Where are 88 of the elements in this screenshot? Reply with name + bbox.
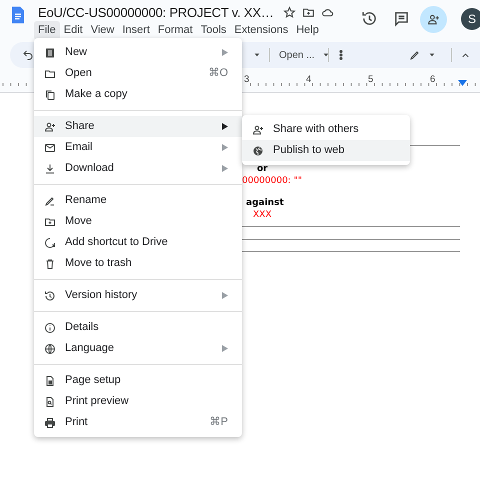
menu-item-label: Publish to web: [273, 143, 346, 158]
menu-bar-item[interactable]: Format: [154, 21, 197, 40]
menu-bar-item[interactable]: File: [34, 21, 60, 40]
menu-item[interactable]: Add shortcut to Drive: [34, 232, 242, 253]
document-text: XXX: [253, 209, 272, 222]
caret-icon[interactable]: [428, 51, 436, 59]
menu-bar-item[interactable]: Extensions: [230, 21, 292, 40]
envelope-icon: [44, 142, 56, 154]
ruler-number: 5: [368, 73, 374, 87]
menu-item[interactable]: Print ⌘P: [34, 412, 242, 433]
menu-item[interactable]: Share: [34, 116, 242, 137]
document-title[interactable]: EoU/CC-US00000000: PROJECT v. XX…: [38, 5, 274, 20]
menu-item[interactable]: Move: [34, 211, 242, 232]
folder-icon: [44, 216, 56, 228]
menu-bar-item[interactable]: Edit: [60, 21, 87, 40]
ruler-number: 3: [244, 73, 250, 87]
folder-icon[interactable]: [302, 6, 315, 19]
menu-item[interactable]: Language: [34, 338, 242, 359]
drive-shortcut-icon: [44, 236, 56, 248]
menu-item-label: Email: [65, 140, 94, 156]
ruler-number: 6: [430, 73, 436, 87]
document-text: 00000000: "": [242, 175, 302, 188]
person-plus-icon: [44, 120, 56, 132]
menu-item-label: Rename: [65, 193, 108, 208]
document-icon: [44, 46, 56, 58]
menu-bar-item[interactable]: Help: [292, 21, 323, 40]
document-text: or: [257, 163, 268, 176]
menu-item-label: Download: [65, 161, 115, 176]
caret-icon[interactable]: [322, 51, 330, 59]
pencil-icon[interactable]: [409, 49, 421, 61]
history-icon: [44, 290, 56, 302]
menu-item-label: Share with others: [273, 122, 360, 138]
printer-icon: [44, 416, 56, 428]
history-icon[interactable]: [361, 10, 378, 27]
menu-item[interactable]: Share with others: [242, 119, 410, 140]
menu-item-label: Open: [65, 66, 93, 82]
shortcut-text: ⌘P: [210, 415, 228, 430]
menu-item[interactable]: Print preview: [34, 391, 242, 412]
menu-item-label: Details: [65, 320, 100, 336]
globe-icon: [44, 342, 56, 354]
folder-icon: [44, 68, 56, 80]
menu-item-label: Print: [65, 415, 89, 430]
menu-bar-item[interactable]: View: [86, 21, 118, 40]
menu-item-label: Move to trash: [65, 256, 133, 272]
menu-item[interactable]: Move to trash: [34, 253, 242, 274]
menu-item-label: Share: [65, 119, 96, 134]
menu-item[interactable]: Page setup: [34, 370, 242, 391]
menu-item[interactable]: Make a copy: [34, 84, 242, 105]
menu-item-label: Move: [65, 214, 93, 230]
menu-item-label: Make a copy: [65, 87, 128, 102]
download-icon: [44, 162, 56, 174]
menu-item-label: Add shortcut to Drive: [65, 235, 169, 250]
info-icon: [44, 322, 56, 334]
menu-bar-item[interactable]: Tools: [196, 21, 230, 40]
document-text: against: [246, 197, 284, 210]
menu-item[interactable]: Email: [34, 137, 242, 158]
globe-icon: [252, 144, 264, 156]
menu-item[interactable]: Rename: [34, 190, 242, 211]
menu-item-label: Version history: [65, 288, 138, 304]
page-icon: [44, 374, 56, 386]
share-button[interactable]: [420, 6, 447, 33]
account-avatar[interactable]: S: [461, 8, 480, 30]
menu-item[interactable]: Details: [34, 317, 242, 338]
menu-item[interactable]: Download: [34, 158, 242, 179]
undo-icon[interactable]: [22, 49, 34, 61]
menu-item[interactable]: New: [34, 42, 242, 63]
comment-icon[interactable]: [393, 10, 410, 27]
menu-item-label: Print preview: [65, 394, 130, 410]
menu-item-label: Language: [65, 341, 115, 356]
cloud-icon: [321, 6, 334, 19]
indent-marker-icon[interactable]: [458, 80, 467, 86]
menu-bar-item[interactable]: Insert: [118, 21, 154, 40]
menu-item[interactable]: Version history: [34, 285, 242, 306]
copy-icon: [44, 88, 56, 100]
trash-icon: [44, 258, 56, 270]
person-plus-icon: [427, 13, 440, 26]
menu-item[interactable]: Publish to web: [242, 140, 410, 161]
menu-item[interactable]: Open ⌘O: [34, 63, 242, 84]
shortcut-text: ⌘O: [208, 66, 228, 82]
person-plus-icon: [252, 124, 264, 136]
star-icon[interactable]: [283, 6, 296, 19]
ruler-number: 4: [306, 73, 312, 87]
font-dropdown[interactable]: Open ...: [279, 48, 315, 63]
caret-icon[interactable]: [253, 51, 261, 59]
menu-item-label: New: [65, 45, 88, 60]
pencil-icon: [44, 194, 56, 206]
menu-item-label: Page setup: [65, 373, 122, 388]
print-preview-icon: [44, 396, 56, 408]
